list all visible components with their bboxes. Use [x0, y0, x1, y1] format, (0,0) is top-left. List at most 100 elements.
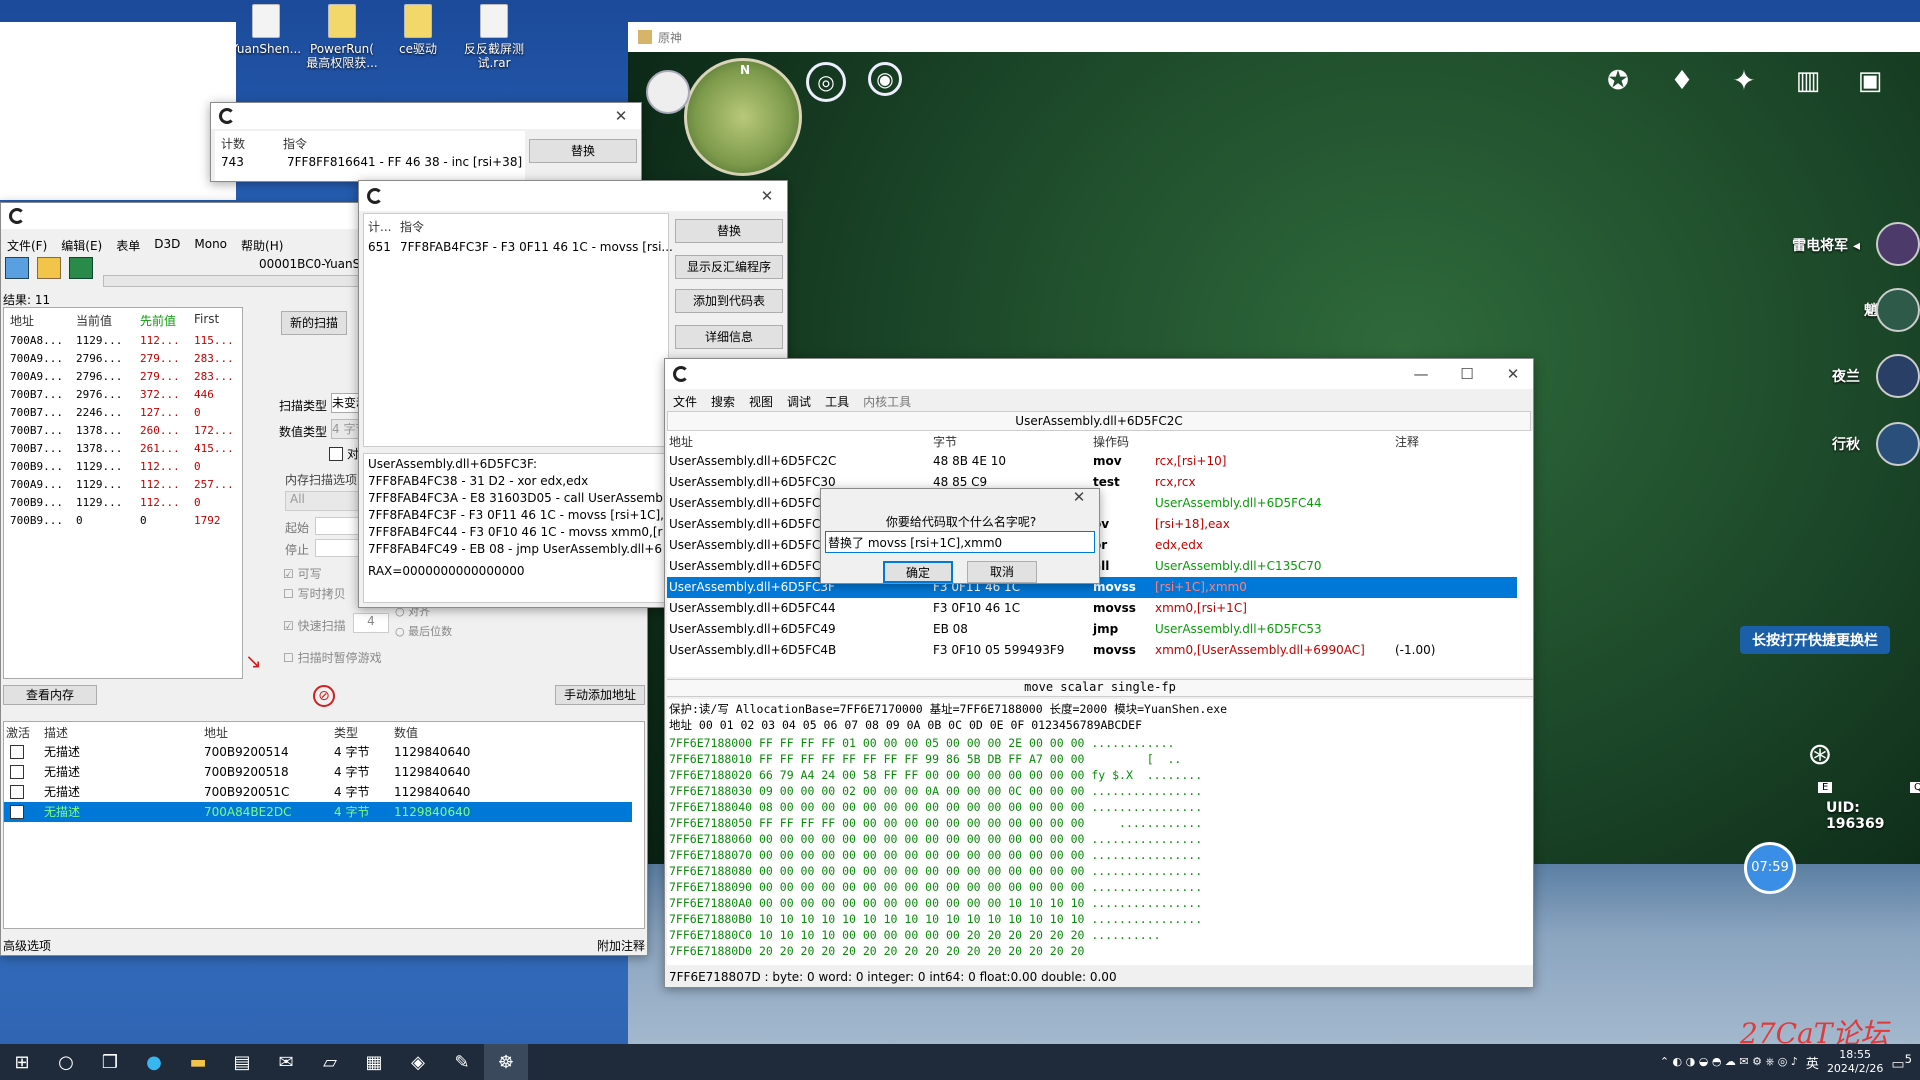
app-icon[interactable]: ▦	[352, 1044, 396, 1080]
party-avatar-1[interactable]	[1876, 222, 1920, 266]
hex-row[interactable]: 7FF6E7188030 09 00 00 00 02 00 00 00 0A …	[669, 783, 1529, 799]
start-icon[interactable]: ⊞	[0, 1044, 44, 1080]
show-disassembler-button[interactable]: 显示反汇编程序	[675, 255, 783, 279]
cheat-table-row[interactable]: 无描述 700B9200518 4 字节 1129840640	[4, 762, 632, 782]
scan-result-row[interactable]: 700A9... 2796... 279... 283...	[10, 350, 240, 368]
memory-viewer-window[interactable]: — ☐ ✕ 文件 搜索 视图 调试 工具 内核工具 UserAssembly.d…	[664, 358, 1534, 988]
inventory-icon[interactable]: ▣	[1850, 64, 1890, 104]
disasm-row[interactable]: UserAssembly.dll+6D5FC49 EB 08 jmp UserAsse…	[667, 619, 1517, 640]
scan-result-row[interactable]: 700B7... 1378... 261... 415...	[10, 440, 240, 458]
hex-row[interactable]: 7FF6E7188080 00 00 00 00 00 00 00 00 00 …	[669, 863, 1529, 879]
scan-result-row[interactable]: 700B7... 1378... 260... 172...	[10, 422, 240, 440]
close-icon[interactable]: ✕	[747, 181, 787, 211]
menu-kernel-tools[interactable]: 内核工具	[863, 393, 911, 410]
menu-search[interactable]: 搜索	[711, 393, 735, 410]
hex-row[interactable]: 7FF6E71880C0 10 10 10 10 00 00 00 00 00 …	[669, 927, 1529, 943]
add-to-codelist-button[interactable]: 添加到代码表	[675, 289, 783, 313]
scan-result-row[interactable]: 700A9... 1129... 112... 257...	[10, 476, 240, 494]
hex-row[interactable]: 7FF6E7188060 00 00 00 00 00 00 00 00 00 …	[669, 831, 1529, 847]
menu-file[interactable]: 文件(F)	[7, 237, 47, 254]
wish-compass-icon[interactable]: ◉	[868, 62, 902, 96]
events-icon[interactable]: ♦	[1662, 64, 1702, 104]
arrow-icon[interactable]: ↘	[245, 651, 267, 673]
active-checkbox[interactable]	[10, 805, 24, 819]
hex-row[interactable]: 7FF6E71880B0 10 10 10 10 10 10 10 10 10 …	[669, 911, 1529, 927]
mail-icon[interactable]: ✉	[264, 1044, 308, 1080]
hex-row[interactable]: 7FF6E7188000 FF FF FF FF 01 00 00 00 05 …	[669, 735, 1529, 751]
menu-d3d[interactable]: D3D	[154, 237, 180, 254]
handbook-icon[interactable]: ▥	[1788, 64, 1828, 104]
ime-indicator[interactable]: 英	[1806, 1053, 1819, 1072]
disasm-view[interactable]: 地址 字节 操作码 注释 UserAssembly.dll+6D5FC2C 48 …	[667, 431, 1533, 677]
hex-row[interactable]: 7FF6E7188050 FF FF FF FF 00 00 00 00 00 …	[669, 815, 1529, 831]
pause-game-checkbox[interactable]: ☐ 扫描时暂停游戏	[283, 649, 382, 666]
store-icon[interactable]: ▤	[220, 1044, 264, 1080]
party-avatar-3[interactable]	[1876, 354, 1920, 398]
small-checkbox[interactable]	[329, 447, 343, 461]
found-list[interactable]: 计... 指令 651 7FF8FAB4FC3F - F3 0F11 46 1C…	[363, 213, 673, 447]
ok-button[interactable]: 确定	[883, 561, 953, 583]
replace-button[interactable]: 替换	[529, 139, 637, 163]
elemental-sight-icon[interactable]: ⊛	[1800, 738, 1840, 778]
tray-icons[interactable]: ⌃ ◐ ◑ ◒ ◓ ☁ ✉ ⚙ ⎈ ◎ ♪	[1660, 1055, 1798, 1069]
cheat-table-row[interactable]: 无描述 700B9200514 4 字节 1129840640	[4, 742, 632, 762]
scan-result-row[interactable]: 700A9... 2796... 279... 283...	[10, 368, 240, 386]
scan-result-row[interactable]: 700B7... 2976... 372... 446	[10, 386, 240, 404]
add-address-manually-button[interactable]: 手动添加地址	[555, 685, 645, 705]
writable-checkbox[interactable]: ☑ 可写	[283, 565, 322, 582]
hex-row[interactable]: 7FF6E71880A0 00 00 00 00 00 00 00 00 00 …	[669, 895, 1529, 911]
new-scan-button[interactable]: 新的扫描	[281, 311, 347, 335]
desktop-icon-powerrun[interactable]: PowerRun( 最高权限获...	[304, 0, 380, 70]
menu-debug[interactable]: 调试	[787, 393, 811, 410]
party-avatar-2[interactable]	[1876, 288, 1920, 332]
value-type-select[interactable]: 4 字节	[331, 419, 361, 439]
desktop-icon-ce-driver[interactable]: ce驱动	[380, 0, 456, 56]
party-member-4[interactable]: 行秋	[1832, 434, 1860, 454]
notes-icon[interactable]: ▱	[308, 1044, 352, 1080]
genshin-icon[interactable]: ◈	[396, 1044, 440, 1080]
start-address-input[interactable]	[315, 517, 361, 535]
fast-scan-checkbox[interactable]: ☑ 快速扫描	[283, 617, 346, 634]
clock[interactable]: 18:55 2024/2/26	[1827, 1048, 1883, 1076]
menu-file[interactable]: 文件	[673, 393, 697, 410]
scan-results-list[interactable]: 地址 当前值 先前值 First 700A8... 1129... 112... 11…	[3, 307, 243, 679]
table-extras[interactable]: 附加注释	[597, 937, 645, 954]
active-checkbox[interactable]	[10, 765, 24, 779]
open-file-icon[interactable]	[37, 257, 61, 279]
more-info-button[interactable]: 详细信息	[675, 325, 783, 349]
cancel-button[interactable]: 取消	[967, 561, 1037, 583]
open-process-icon[interactable]	[5, 257, 29, 279]
task-view-icon[interactable]: ❒	[88, 1044, 132, 1080]
stop-icon[interactable]: ⊘	[313, 685, 335, 707]
hex-row[interactable]: 7FF6E7188020 66 79 A4 24 00 58 FF FF 00 …	[669, 767, 1529, 783]
detail-panel[interactable]: UserAssembly.dll+6D5FC3F: 7FF8FAB4FC38 - …	[363, 453, 669, 603]
scan-result-row[interactable]: 700B9... 1129... 112... 0	[10, 494, 240, 512]
found-instr-row[interactable]: 7FF8FAB4FC3F - F3 0F11 46 1C - movss [rs…	[400, 240, 673, 254]
replace-button[interactable]: 替换	[675, 219, 783, 243]
edge-icon[interactable]: ●	[132, 1044, 176, 1080]
memory-region-select[interactable]: All	[285, 491, 361, 511]
maximize-icon[interactable]: ☐	[1447, 359, 1487, 389]
scan-type-select[interactable]: 未变动	[331, 393, 361, 413]
hex-row[interactable]: 7FF6E7188070 00 00 00 00 00 00 00 00 00 …	[669, 847, 1529, 863]
close-icon[interactable]: ✕	[1059, 489, 1099, 509]
cheat-engine-icon[interactable]: ☸	[484, 1044, 528, 1080]
search-icon[interactable]: ○	[44, 1044, 88, 1080]
menu-table[interactable]: 表单	[116, 237, 140, 254]
battle-pass-icon[interactable]: ✪	[1598, 64, 1638, 104]
menu-help[interactable]: 帮助(H)	[241, 237, 283, 254]
minimap[interactable]: N	[684, 58, 802, 176]
cheat-table-row[interactable]: 无描述 700A84BE2DC 4 字节 1129840640	[4, 802, 632, 822]
advanced-options[interactable]: 高级选项	[3, 937, 51, 954]
fast-scan-value[interactable]: 4	[353, 613, 389, 633]
party-avatar-4[interactable]	[1876, 422, 1920, 466]
replace-dialog[interactable]: ✕ 计数 指令 743 7FF8FF816641 - FF 46 38 - in…	[210, 102, 642, 182]
explorer-icon[interactable]: ▬	[176, 1044, 220, 1080]
desktop-icon-yuanshen[interactable]: YuanShen...	[228, 0, 304, 56]
menu-view[interactable]: 视图	[749, 393, 773, 410]
menu-edit[interactable]: 编辑(E)	[61, 237, 102, 254]
close-icon[interactable]: ✕	[601, 103, 641, 129]
system-tray[interactable]: ⌃ ◐ ◑ ◒ ◓ ☁ ✉ ⚙ ⎈ ◎ ♪ 英 18:55 2024/2/26 …	[1660, 1048, 1920, 1076]
minimize-icon[interactable]: —	[1401, 359, 1441, 389]
view-memory-button[interactable]: 查看内存	[3, 685, 97, 705]
